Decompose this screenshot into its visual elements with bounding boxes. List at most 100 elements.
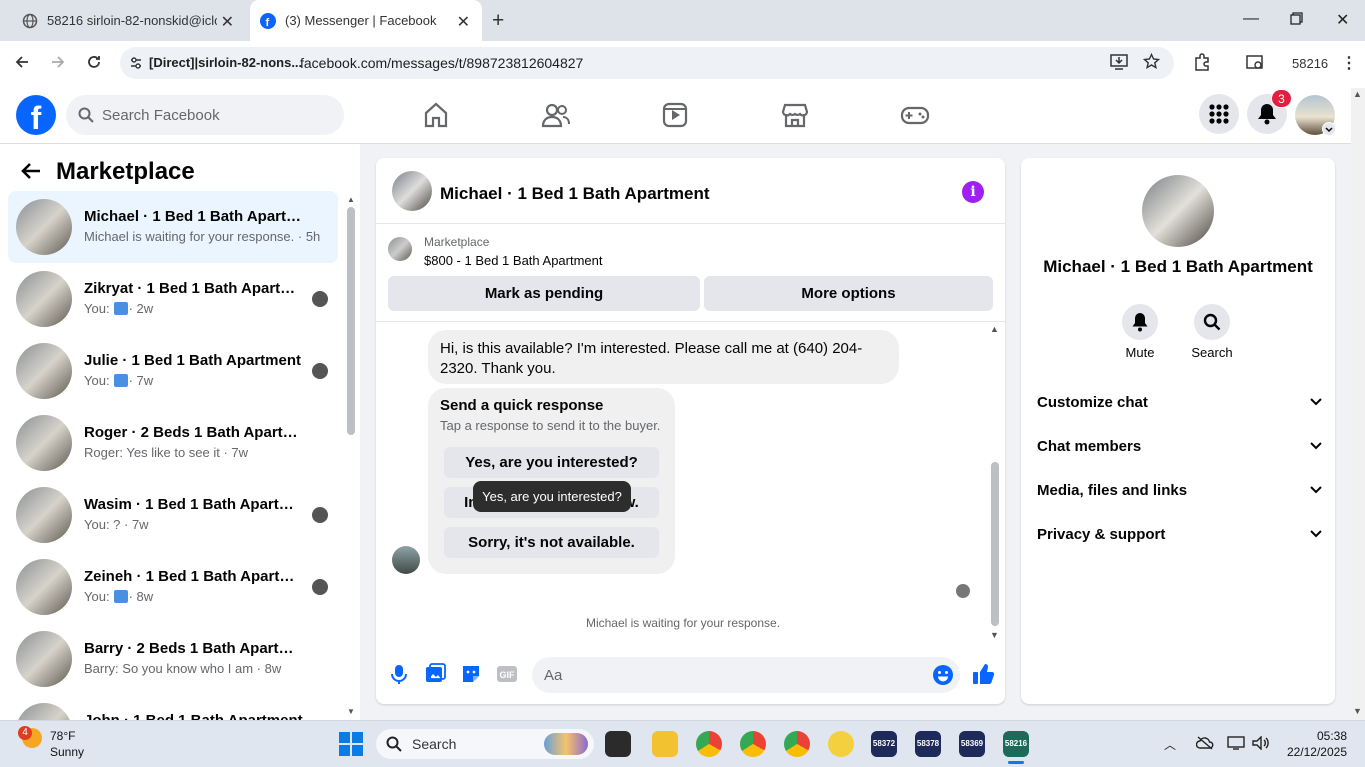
conversation-row[interactable]: Zikryat · 1 Bed 1 Bath Apartme... You: · 2… — [8, 263, 338, 335]
taskbar-app-58378[interactable]: 58378 — [915, 731, 941, 757]
close-window-icon[interactable]: ✕ — [1336, 10, 1349, 30]
page-scroll-up-icon[interactable]: ▲ — [1353, 89, 1362, 99]
marketplace-icon[interactable] — [781, 101, 811, 129]
bookmark-star-icon[interactable] — [1143, 53, 1160, 70]
page-scroll-down-icon[interactable]: ▼ — [1353, 706, 1362, 716]
microphone-icon[interactable] — [388, 663, 410, 685]
sender-avatar[interactable] — [392, 546, 420, 574]
search-label: Search — [1191, 345, 1233, 360]
media-files-links-row[interactable]: Media, files and links — [1037, 478, 1323, 502]
like-thumbs-up-icon[interactable] — [971, 662, 995, 686]
chat-members-row[interactable]: Chat members — [1037, 434, 1323, 458]
tab-search-icon[interactable] — [1246, 55, 1265, 71]
file-explorer-icon[interactable] — [652, 731, 678, 757]
snippet-text: You: — [84, 589, 110, 604]
home-icon[interactable] — [421, 101, 451, 129]
facebook-logo-icon[interactable]: f — [16, 95, 56, 135]
back-icon[interactable] — [14, 54, 30, 70]
chat-title[interactable]: Michael · 1 Bed 1 Bath Apartment — [440, 184, 710, 204]
quick-response-yes-button[interactable]: Yes, are you interested? — [444, 447, 659, 478]
emoji-icon[interactable] — [932, 664, 954, 686]
gaming-icon[interactable] — [900, 101, 930, 129]
menu-grid-icon[interactable] — [1199, 94, 1239, 134]
privacy-support-row[interactable]: Privacy & support — [1037, 522, 1323, 546]
taskbar-app-58216[interactable]: 58216 — [1003, 731, 1029, 757]
minimize-icon[interactable]: — — [1243, 10, 1259, 28]
search-conversation-button[interactable] — [1194, 304, 1230, 340]
profile-label[interactable]: 58216 — [1292, 56, 1328, 71]
chat-scroll-down-icon[interactable]: ▼ — [990, 630, 999, 640]
conversation-row[interactable]: Julie · 1 Bed 1 Bath Apartment You: · 7w — [8, 335, 338, 407]
more-options-button[interactable]: More options — [704, 276, 993, 311]
conversation-info-icon[interactable]: i — [962, 181, 984, 203]
taskbar-search-label: Search — [412, 736, 457, 752]
chrome-profile-2-icon[interactable] — [740, 731, 766, 757]
listing-title[interactable]: $800 - 1 Bed 1 Bath Apartment — [424, 253, 603, 268]
chat-scrollbar[interactable] — [991, 462, 999, 626]
close-tab-icon[interactable]: ✕ — [457, 12, 470, 32]
browser-tab-1[interactable]: 58216 sirloin-82-nonskid@iclou ✕ — [8, 0, 246, 41]
seen-indicator-avatar — [312, 579, 328, 595]
friends-icon[interactable] — [541, 101, 571, 129]
video-icon[interactable] — [661, 101, 691, 129]
scroll-down-icon[interactable]: ▼ — [347, 707, 355, 716]
facebook-search-input[interactable]: Search Facebook — [66, 95, 344, 135]
url-text[interactable]: facebook.com/messages/t/898723812604827 — [300, 55, 583, 71]
conversation-list-scrollbar[interactable] — [347, 207, 355, 435]
task-view-icon[interactable] — [605, 731, 631, 757]
weather-temperature[interactable]: 78°F — [50, 729, 75, 743]
contact-name: Michael · 1 Bed 1 Bath Apartment — [1043, 257, 1313, 276]
maximize-icon[interactable] — [1290, 12, 1303, 25]
clock-time[interactable]: 05:38 — [1300, 729, 1347, 743]
app-x-icon[interactable] — [828, 731, 854, 757]
mute-label: Mute — [1125, 345, 1155, 360]
chat-header-avatar[interactable] — [392, 171, 432, 211]
close-tab-icon[interactable]: ✕ — [221, 12, 234, 32]
new-tab-icon[interactable]: + — [492, 9, 504, 33]
site-info-chip[interactable]: [Direct]|sirloin-82-nons... — [129, 55, 302, 70]
message-bubble[interactable]: Hi, is this available? I'm interested. P… — [428, 330, 899, 384]
clock-date[interactable]: 22/12/2025 — [1285, 745, 1347, 759]
browser-tab-2-active[interactable]: f (3) Messenger | Facebook ✕ — [250, 0, 482, 41]
cloud-offline-icon[interactable] — [1196, 736, 1214, 750]
taskbar-app-58372[interactable]: 58372 — [871, 731, 897, 757]
scroll-up-icon[interactable]: ▲ — [347, 195, 355, 204]
photo-icon[interactable] — [424, 663, 446, 685]
extensions-icon[interactable] — [1193, 53, 1211, 71]
chat-scroll-up-icon[interactable]: ▲ — [990, 324, 999, 334]
conversation-row[interactable]: Barry · 2 Beds 1 Bath Apartment Barry: So… — [8, 623, 338, 695]
network-icon[interactable] — [1227, 736, 1245, 750]
chrome-profile-1-icon[interactable] — [696, 731, 722, 757]
conversation-row[interactable]: Roger · 2 Beds 1 Bath Apartment Roger: Ye… — [8, 407, 338, 479]
show-hidden-icons-icon[interactable]: ︿ — [1164, 736, 1176, 753]
reload-icon[interactable] — [86, 54, 102, 70]
contact-avatar[interactable] — [1142, 175, 1214, 247]
mute-button[interactable] — [1122, 304, 1158, 340]
install-app-icon[interactable] — [1110, 54, 1128, 70]
conversation-time: · 7w — [128, 373, 154, 388]
conversation-row[interactable]: Wasim · 1 Bed 1 Bath Apartment You: ? · 7… — [8, 479, 338, 551]
volume-icon[interactable] — [1252, 736, 1270, 750]
chrome-menu-icon[interactable]: ⋮ — [1341, 53, 1357, 73]
mark-as-pending-button[interactable]: Mark as pending — [388, 276, 700, 311]
chrome-profile-3-icon[interactable] — [784, 731, 810, 757]
sticker-icon[interactable] — [460, 663, 482, 685]
page-scrollbar[interactable] — [1351, 88, 1365, 720]
listing-thumbnail[interactable] — [388, 237, 412, 261]
conversation-row[interactable]: Zeineh · 1 Bed 1 Bath Apartme... You: · 8w — [8, 551, 338, 623]
message-input[interactable]: Aa — [532, 657, 960, 693]
taskbar-app-58369[interactable]: 58369 — [959, 731, 985, 757]
forward-icon[interactable] — [50, 54, 66, 70]
account-chevron-icon[interactable] — [1322, 122, 1336, 136]
back-arrow-icon[interactable] — [20, 160, 42, 182]
snippet-text: You: — [84, 301, 110, 316]
quick-response-not-available-button[interactable]: Sorry, it's not available. — [444, 527, 659, 558]
windows-start-icon[interactable] — [339, 732, 363, 756]
gif-icon[interactable]: GIF — [496, 663, 518, 685]
customize-chat-row[interactable]: Customize chat — [1037, 390, 1323, 414]
seen-indicator-avatar — [312, 291, 328, 307]
conversation-avatar — [16, 415, 72, 471]
conversation-row[interactable]: Michael · 1 Bed 1 Bath Apartment Michael … — [8, 191, 338, 263]
weather-condition[interactable]: Sunny — [50, 745, 84, 759]
taskbar-search[interactable]: Search — [376, 729, 594, 759]
